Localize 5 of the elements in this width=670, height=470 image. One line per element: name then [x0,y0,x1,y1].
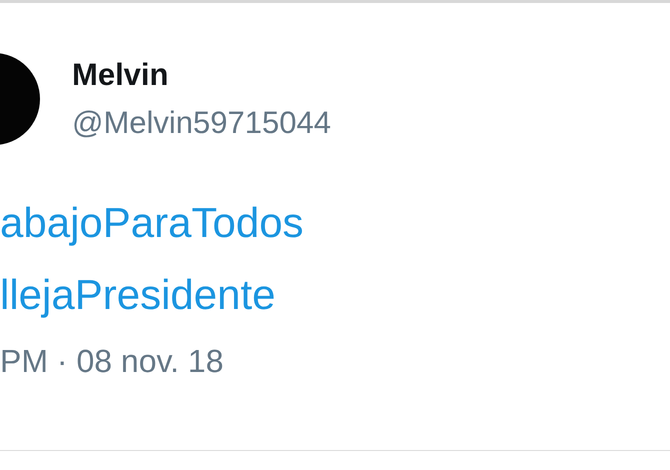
tweet-timestamp: PM · 08 nov. 18 [0,343,225,380]
hashtag-link[interactable]: llejaPresidente [0,259,670,331]
author-name: Melvin [72,57,170,93]
author-handle: @Melvin59715044 [72,105,331,141]
hashtag-link[interactable]: abajoParaTodos [0,187,670,259]
